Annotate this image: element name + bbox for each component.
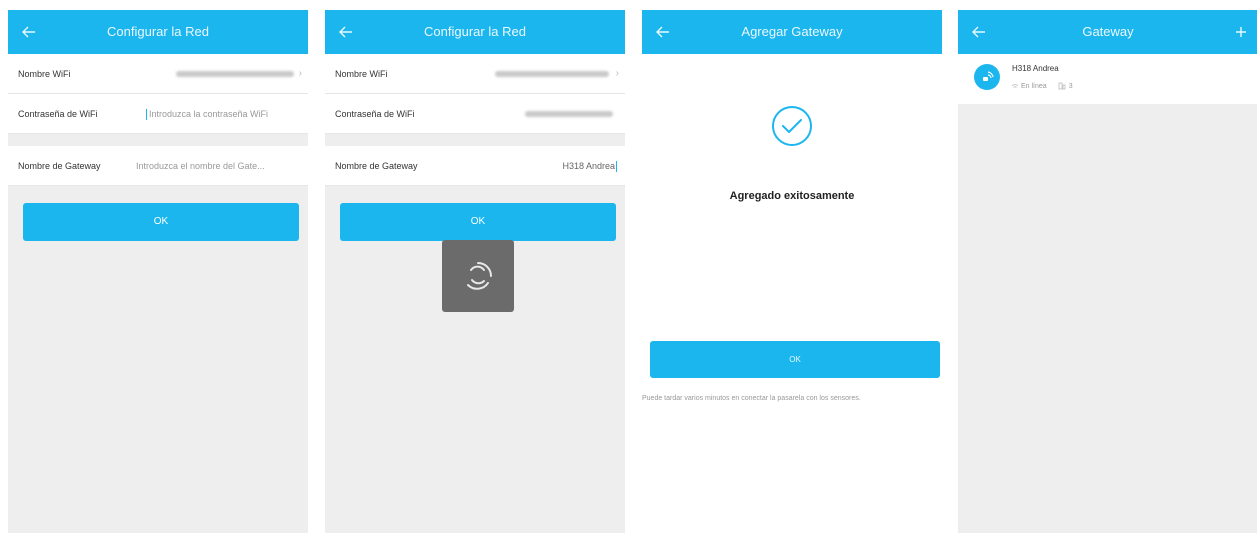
top-bar: Configurar la Red xyxy=(325,10,625,54)
gateway-name-input[interactable]: H318 Andrea xyxy=(562,146,619,186)
page-title: Gateway xyxy=(1082,24,1134,39)
wifi-name-row[interactable]: Nombre WiFi › xyxy=(8,54,308,94)
wifi-password-label: Contraseña de WiFi xyxy=(18,109,98,119)
screen-gateway-list: Gateway H318 Andrea En línea 3 xyxy=(958,10,1257,533)
wifi-password-placeholder: Introduzca la contraseña WiFi xyxy=(149,109,269,119)
gateway-name-input[interactable]: Introduzca el nombre del Gate... xyxy=(136,146,300,186)
back-arrow-icon[interactable] xyxy=(333,19,359,45)
gateway-list: H318 Andrea En línea 3 xyxy=(958,54,1257,533)
ok-button[interactable]: OK xyxy=(650,341,940,378)
info-note: Puede tardar varios minutos en conectar … xyxy=(642,395,861,402)
page-title: Configurar la Red xyxy=(107,24,209,39)
add-plus-icon[interactable] xyxy=(1228,19,1254,45)
gateway-name-label: Nombre de Gateway xyxy=(335,161,418,171)
gateway-name-value: H318 Andrea xyxy=(562,161,615,171)
chevron-right-icon: › xyxy=(615,68,619,79)
wifi-name-value-blurred xyxy=(176,71,294,77)
loading-spinner xyxy=(442,240,514,312)
gateway-meta: En línea 3 xyxy=(1012,82,1073,90)
gateway-list-item[interactable]: H318 Andrea En línea 3 xyxy=(958,54,1257,104)
top-bar: Agregar Gateway xyxy=(642,10,942,54)
gateway-name-row: Nombre de Gateway H318 Andrea xyxy=(325,146,625,186)
wifi-name-row[interactable]: Nombre WiFi › xyxy=(325,54,625,94)
success-panel: Agregado exitosamente OK Puede tardar va… xyxy=(642,54,942,533)
back-arrow-icon[interactable] xyxy=(16,19,42,45)
device-count: 3 xyxy=(1068,82,1073,90)
wifi-name-value-blurred xyxy=(495,71,609,77)
wifi-password-row: Contraseña de WiFi xyxy=(325,94,625,134)
network-form: Nombre WiFi › Contraseña de WiFi Introdu… xyxy=(8,54,308,186)
gateway-name-label: Nombre de Gateway xyxy=(18,161,101,171)
gateway-status: En línea xyxy=(1021,82,1047,90)
gateway-name: H318 Andrea xyxy=(1012,64,1059,73)
back-arrow-icon[interactable] xyxy=(650,19,676,45)
gateway-name-row: Nombre de Gateway Introduzca el nombre d… xyxy=(8,146,308,186)
wifi-name-label: Nombre WiFi xyxy=(335,69,388,79)
page-title: Configurar la Red xyxy=(424,24,526,39)
wifi-password-label: Contraseña de WiFi xyxy=(335,109,415,119)
wifi-password-input[interactable]: Introduzca la contraseña WiFi xyxy=(146,94,300,134)
check-circle-icon xyxy=(772,106,812,146)
spinner-icon xyxy=(467,262,492,290)
wifi-name-label: Nombre WiFi xyxy=(18,69,71,79)
wifi-password-row: Contraseña de WiFi Introduzca la contras… xyxy=(8,94,308,134)
device-count-icon xyxy=(1058,82,1066,90)
chevron-right-icon: › xyxy=(298,68,302,79)
gateway-icon xyxy=(974,64,1000,90)
success-message: Agregado exitosamente xyxy=(729,190,855,202)
page-title: Agregar Gateway xyxy=(741,24,843,39)
screen-add-gateway: Agregar Gateway Agregado exitosamente OK… xyxy=(642,10,942,533)
ok-button[interactable]: OK xyxy=(340,203,616,241)
screen-configure-network-filled: Configurar la Red Nombre WiFi › Contrase… xyxy=(325,10,625,533)
top-bar: Configurar la Red xyxy=(8,10,308,54)
ok-button[interactable]: OK xyxy=(23,203,299,241)
network-form: Nombre WiFi › Contraseña de WiFi Nombre … xyxy=(325,54,625,186)
screen-configure-network: Configurar la Red Nombre WiFi › Contrase… xyxy=(8,10,308,533)
stage: Configurar la Red Nombre WiFi › Contrase… xyxy=(0,0,1257,533)
top-bar: Gateway xyxy=(958,10,1257,54)
wifi-password-value-blurred[interactable] xyxy=(525,111,613,117)
wifi-status-icon xyxy=(1012,84,1018,88)
back-arrow-icon[interactable] xyxy=(966,19,992,45)
